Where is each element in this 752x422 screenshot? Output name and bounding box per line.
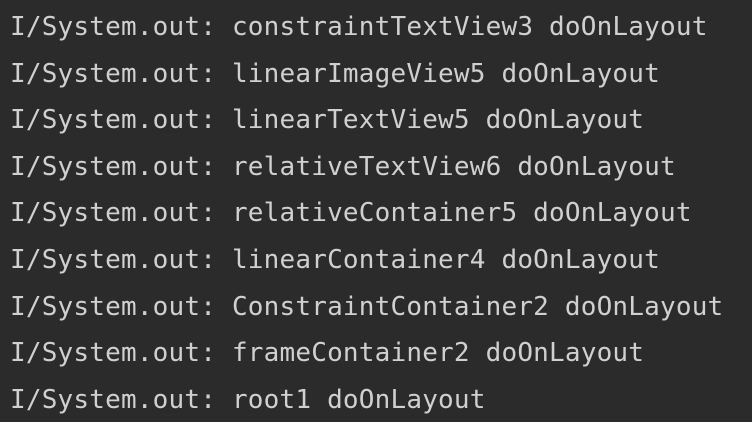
log-message: ConstraintContainer2 doOnLayout [231, 291, 724, 322]
log-tag: I/System.out: [10, 12, 217, 42]
log-tag: I/System.out: [10, 384, 217, 415]
log-line: I/System.out: linearTextView5 doOnLayout [10, 97, 752, 144]
log-tag: I/System.out: [10, 338, 217, 369]
log-tag: I/System.out: [10, 58, 217, 89]
log-line: I/System.out: linearContainer4 doOnLayou… [10, 237, 752, 284]
log-tag: I/System.out: [10, 105, 217, 136]
log-message: frameContainer2 doOnLayout [231, 338, 645, 369]
log-line: I/System.out: ConstraintContainer2 doOnL… [10, 284, 752, 331]
log-line: I/System.out: relativeContainer5 doOnLay… [10, 190, 752, 237]
logcat-console: I/System.out: constraintTextView3 doOnLa… [0, 0, 752, 422]
log-message: relativeContainer5 doOnLayout [231, 198, 692, 229]
log-tag: I/System.out: [10, 291, 217, 322]
log-line: I/System.out: constraintTextView3 doOnLa… [10, 4, 752, 51]
log-tag: I/System.out: [10, 151, 217, 182]
log-message: root1 doOnLayout [231, 384, 486, 415]
log-line: I/System.out: root1 doOnLayout [10, 377, 752, 422]
log-message: relativeTextView6 doOnLayout [231, 151, 676, 182]
log-line: I/System.out: relativeTextView6 doOnLayo… [10, 144, 752, 191]
log-tag: I/System.out: [10, 198, 217, 229]
log-message: linearImageView5 doOnLayout [231, 58, 660, 89]
log-message: linearTextView5 doOnLayout [231, 105, 645, 136]
log-tag: I/System.out: [10, 244, 217, 275]
log-message: linearContainer4 doOnLayout [231, 244, 660, 275]
log-message: constraintTextView3 doOnLayout [231, 12, 708, 42]
log-line: I/System.out: linearImageView5 doOnLayou… [10, 51, 752, 98]
log-line: I/System.out: frameContainer2 doOnLayout [10, 330, 752, 377]
